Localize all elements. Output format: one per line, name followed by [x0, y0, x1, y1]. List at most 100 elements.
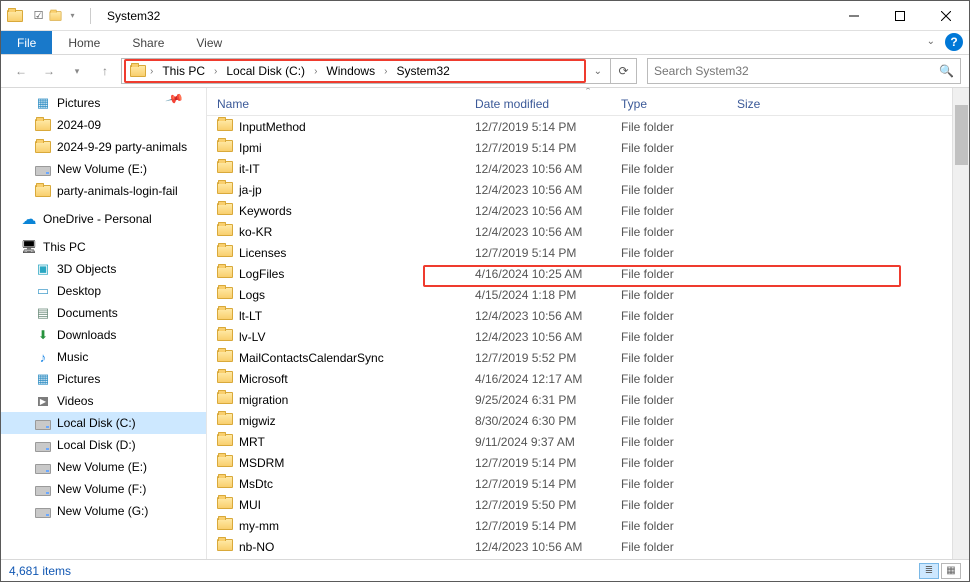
file-type: File folder: [621, 204, 737, 218]
chevron-right-icon[interactable]: ›: [210, 66, 221, 77]
search-icon[interactable]: 🔍: [939, 64, 954, 78]
crumb-windows[interactable]: Windows: [321, 61, 380, 81]
table-row[interactable]: migration9/25/2024 6:31 PMFile folder: [207, 389, 969, 410]
table-row[interactable]: Microsoft4/16/2024 12:17 AMFile folder: [207, 368, 969, 389]
forward-button[interactable]: →: [37, 59, 61, 83]
view-details-button[interactable]: ≣: [919, 563, 939, 579]
chevron-right-icon[interactable]: ›: [380, 66, 391, 77]
tree-label: 2024-9-29 party-animals: [57, 140, 187, 154]
tab-home[interactable]: Home: [52, 31, 116, 54]
file-type: File folder: [621, 120, 737, 134]
table-row[interactable]: migwiz8/30/2024 6:30 PMFile folder: [207, 410, 969, 431]
crumb-c[interactable]: Local Disk (C:): [221, 61, 310, 81]
table-row[interactable]: LogFiles4/16/2024 10:25 AMFile folder: [207, 263, 969, 284]
col-type[interactable]: Type: [621, 97, 737, 111]
tree-onedrive[interactable]: OneDrive - Personal: [1, 208, 206, 230]
maximize-button[interactable]: [877, 1, 923, 31]
col-name[interactable]: Name: [217, 97, 475, 111]
chevron-right-icon[interactable]: ›: [146, 66, 157, 77]
tree-documents[interactable]: Documents: [1, 302, 206, 324]
tree-drive-g[interactable]: New Volume (G:): [1, 500, 206, 522]
help-button[interactable]: ?: [945, 33, 963, 51]
tree-quick-item[interactable]: party-animals-login-fail: [1, 180, 206, 202]
qat-newfolder-icon[interactable]: [48, 8, 63, 23]
col-date[interactable]: Date modified: [475, 97, 621, 111]
tab-view[interactable]: View: [180, 31, 238, 54]
crumb-thispc[interactable]: This PC: [157, 61, 210, 81]
file-date: 12/7/2019 5:14 PM: [475, 141, 621, 155]
tree-label: Downloads: [57, 328, 116, 342]
tab-share[interactable]: Share: [116, 31, 180, 54]
table-row[interactable]: nb-NO12/4/2023 10:56 AMFile folder: [207, 536, 969, 557]
tree-quick-item[interactable]: New Volume (E:): [1, 158, 206, 180]
up-button[interactable]: ↑: [93, 59, 117, 83]
tree-drive-d[interactable]: Local Disk (D:): [1, 434, 206, 456]
nav-tree[interactable]: 📌 Pictures 2024-09 2024-9-29 party-anima…: [1, 88, 207, 559]
file-name: migration: [239, 393, 288, 407]
table-row[interactable]: Keywords12/4/2023 10:56 AMFile folder: [207, 200, 969, 221]
table-row[interactable]: my-mm12/7/2019 5:14 PMFile folder: [207, 515, 969, 536]
back-button[interactable]: ←: [9, 59, 33, 83]
folder-icon: [217, 476, 233, 491]
table-row[interactable]: MUI12/7/2019 5:50 PMFile folder: [207, 494, 969, 515]
recent-locations-icon[interactable]: ▾: [65, 59, 89, 83]
table-row[interactable]: MailContactsCalendarSync12/7/2019 5:52 P…: [207, 347, 969, 368]
file-name: my-mm: [239, 519, 279, 533]
tree-label: OneDrive - Personal: [43, 212, 152, 226]
table-row[interactable]: InputMethod12/7/2019 5:14 PMFile folder: [207, 116, 969, 137]
crumb-system32[interactable]: System32: [391, 61, 454, 81]
scrollbar-thumb[interactable]: [955, 105, 968, 165]
table-row[interactable]: MsDtc12/7/2019 5:14 PMFile folder: [207, 473, 969, 494]
table-row[interactable]: ko-KR12/4/2023 10:56 AMFile folder: [207, 221, 969, 242]
minimize-button[interactable]: [831, 1, 877, 31]
tree-music[interactable]: Music: [1, 346, 206, 368]
tree-drive-c[interactable]: Local Disk (C:): [1, 412, 206, 434]
tree-downloads[interactable]: Downloads: [1, 324, 206, 346]
table-row[interactable]: Ipmi12/7/2019 5:14 PMFile folder: [207, 137, 969, 158]
tab-file[interactable]: File: [1, 31, 52, 54]
tree-videos[interactable]: Videos: [1, 390, 206, 412]
drive-icon: [35, 481, 51, 497]
table-row[interactable]: MRT9/11/2024 9:37 AMFile folder: [207, 431, 969, 452]
vertical-scrollbar[interactable]: [952, 88, 969, 559]
ribbon-collapse-icon[interactable]: ⌄: [927, 36, 935, 47]
file-name: ja-jp: [239, 183, 262, 197]
search-box[interactable]: 🔍: [647, 58, 961, 84]
tree-drive-f[interactable]: New Volume (F:): [1, 478, 206, 500]
folder-icon: [217, 308, 233, 323]
view-large-button[interactable]: ▦: [941, 563, 961, 579]
videos-icon: [35, 393, 51, 409]
file-date: 12/7/2019 5:50 PM: [475, 498, 621, 512]
table-row[interactable]: lt-LT12/4/2023 10:56 AMFile folder: [207, 305, 969, 326]
table-row[interactable]: lv-LV12/4/2023 10:56 AMFile folder: [207, 326, 969, 347]
documents-icon: [35, 305, 51, 321]
file-name: MailContactsCalendarSync: [239, 351, 384, 365]
tree-desktop[interactable]: Desktop: [1, 280, 206, 302]
file-date: 12/7/2019 5:14 PM: [475, 456, 621, 470]
table-row[interactable]: Logs4/15/2024 1:18 PMFile folder: [207, 284, 969, 305]
chevron-right-icon[interactable]: ›: [310, 66, 321, 77]
table-row[interactable]: it-IT12/4/2023 10:56 AMFile folder: [207, 158, 969, 179]
downloads-icon: [35, 327, 51, 343]
tree-quick-item[interactable]: 2024-9-29 party-animals: [1, 136, 206, 158]
close-button[interactable]: [923, 1, 969, 31]
table-row[interactable]: Licenses12/7/2019 5:14 PMFile folder: [207, 242, 969, 263]
tree-thispc[interactable]: This PC: [1, 236, 206, 258]
file-date: 12/7/2019 5:14 PM: [475, 246, 621, 260]
tree-pictures2[interactable]: Pictures: [1, 368, 206, 390]
tree-3dobjects[interactable]: 3D Objects: [1, 258, 206, 280]
tree-quick-item[interactable]: 2024-09: [1, 114, 206, 136]
address-history-dropdown[interactable]: ⌄: [586, 66, 610, 77]
address-bar[interactable]: › This PC › Local Disk (C:) › Windows › …: [124, 59, 586, 83]
search-input[interactable]: [654, 64, 954, 78]
table-row[interactable]: MSDRM12/7/2019 5:14 PMFile folder: [207, 452, 969, 473]
tree-label: New Volume (G:): [57, 504, 148, 518]
refresh-button[interactable]: ⟳: [610, 58, 636, 84]
table-row[interactable]: ja-jp12/4/2023 10:56 AMFile folder: [207, 179, 969, 200]
qat-properties-icon[interactable]: ☑: [31, 8, 46, 23]
tree-drive-e[interactable]: New Volume (E:): [1, 456, 206, 478]
folder-icon: [217, 371, 233, 386]
cloud-icon: [21, 211, 37, 227]
col-size[interactable]: Size: [737, 97, 797, 111]
qat-dropdown-icon[interactable]: ▾: [65, 8, 80, 23]
